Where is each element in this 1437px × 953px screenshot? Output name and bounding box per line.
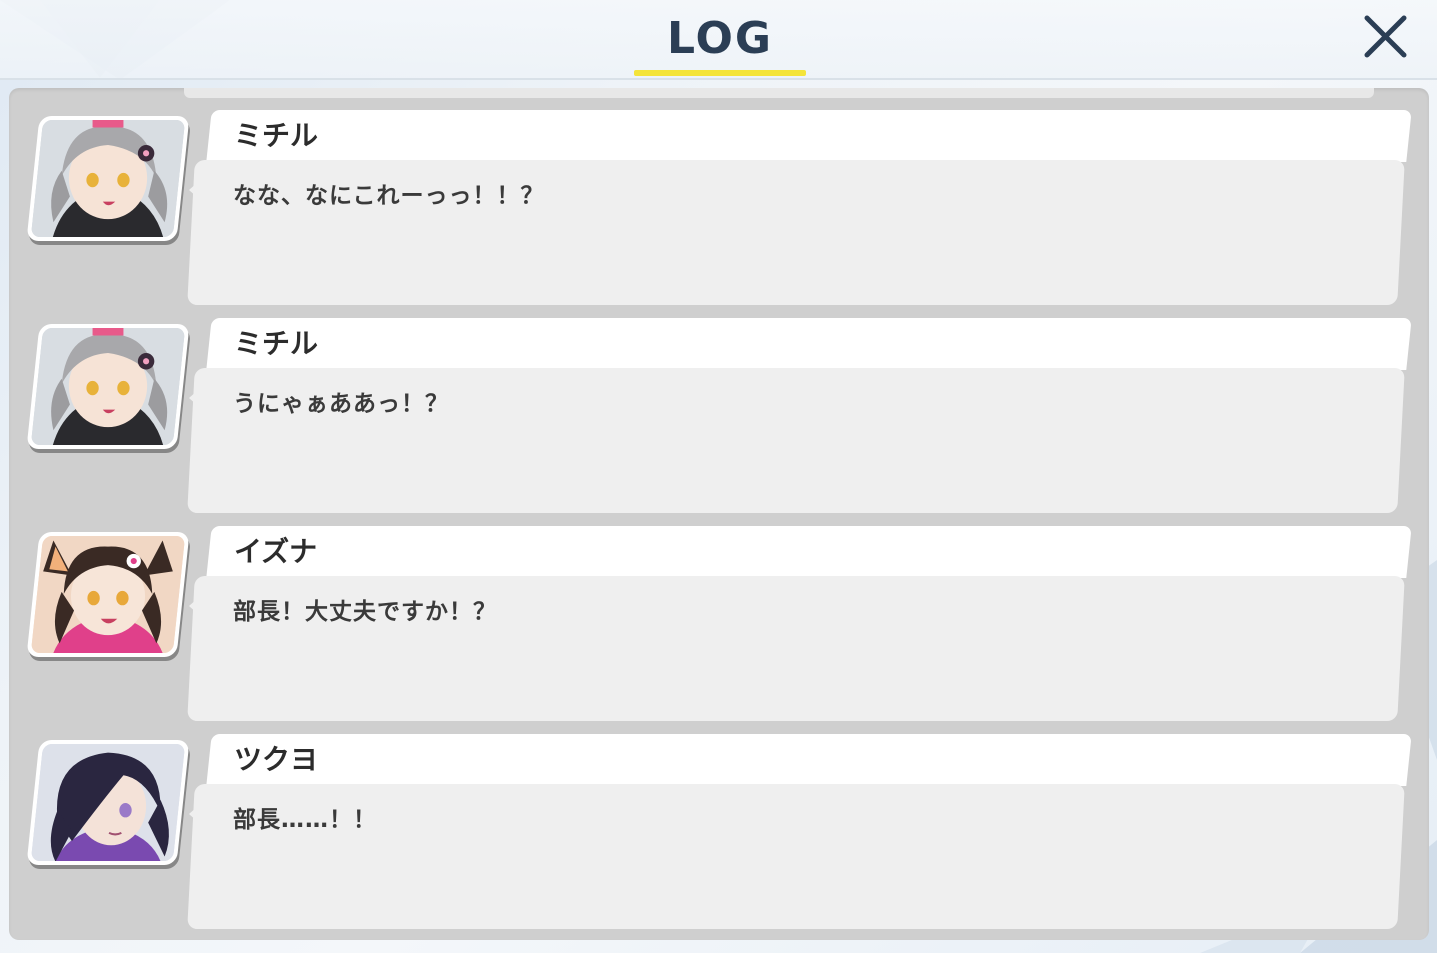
tsukuyo-portrait [30, 744, 186, 861]
message-text: 部長……！！ [233, 807, 377, 833]
log-entry: ミチル なな、なにこれーっっ！！？ [9, 88, 1429, 305]
speaker-avatar [26, 740, 190, 865]
page-title: LOG [667, 13, 773, 64]
close-icon [1364, 15, 1407, 58]
log-entry: ツクヨ 部長……！！ [9, 712, 1429, 929]
message-bubble-tail [189, 798, 207, 830]
message-text: なな、なにこれーっっ！！？ [233, 183, 545, 209]
message-bubble-tail [189, 174, 207, 206]
speaker-name-tab [206, 526, 1412, 578]
message-text: うにゃぁああっ！？ [233, 391, 449, 417]
message-bubble-tail [189, 590, 207, 622]
log-entry: ミチル うにゃぁああっ！？ [9, 296, 1429, 513]
speaker-avatar [26, 116, 190, 241]
michiru-portrait [30, 120, 186, 237]
speaker-name-tab [206, 318, 1412, 370]
speaker-avatar [26, 324, 190, 449]
speaker-name: ミチル [234, 327, 319, 360]
message-bubble-tail [189, 382, 207, 414]
michiru-portrait [30, 328, 186, 445]
speaker-name-tab [206, 734, 1412, 786]
title-underline [634, 70, 806, 76]
message-text: 部長！大丈夫ですか！？ [233, 599, 497, 625]
close-button[interactable] [1356, 8, 1414, 66]
izuna-portrait [30, 536, 186, 653]
speaker-name: ミチル [234, 119, 319, 152]
speaker-name: ツクヨ [234, 743, 319, 776]
speaker-name: イズナ [234, 535, 318, 568]
log-entry: イズナ 部長！大丈夫ですか！？ [9, 504, 1429, 721]
speaker-avatar [26, 532, 190, 657]
log-panel[interactable]: ミチル なな、なにこれーっっ！！？ ミチル うにゃぁああっ！？ イズナ 部長！大… [9, 88, 1429, 940]
speaker-name-tab [206, 110, 1412, 162]
